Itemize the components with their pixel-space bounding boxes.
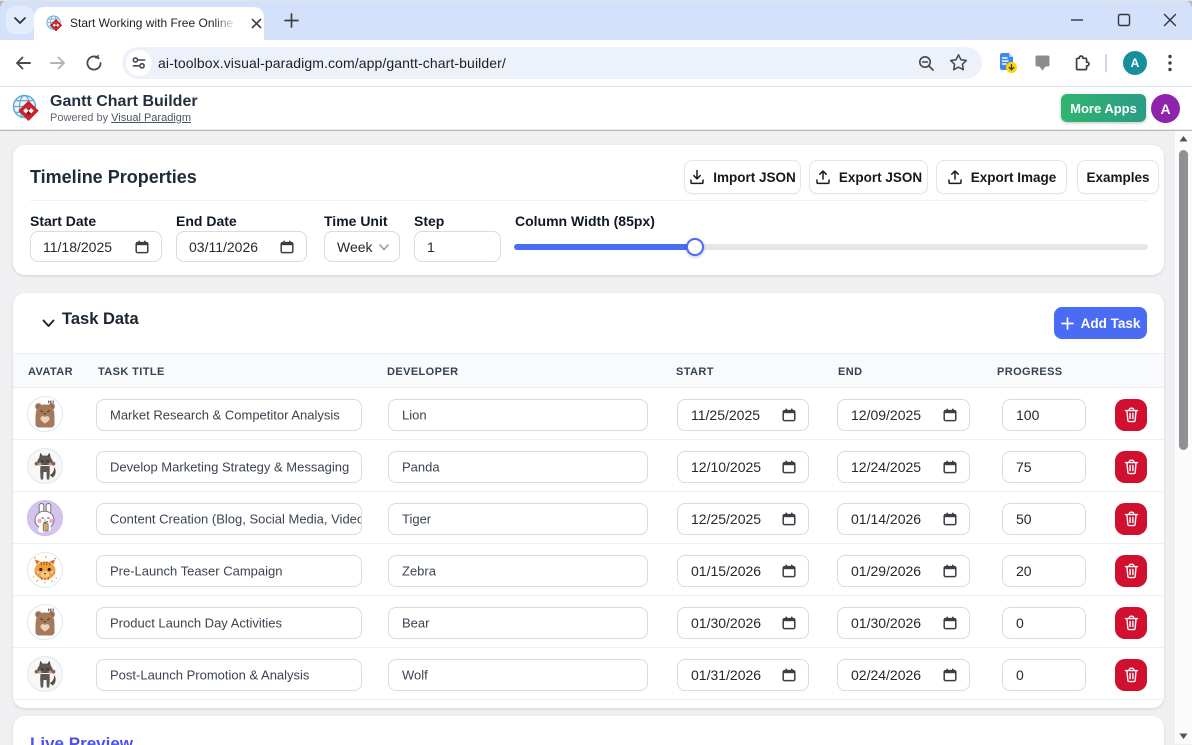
svg-text:HI!: HI! [48, 608, 55, 613]
svg-text:HI!: HI! [48, 400, 55, 405]
